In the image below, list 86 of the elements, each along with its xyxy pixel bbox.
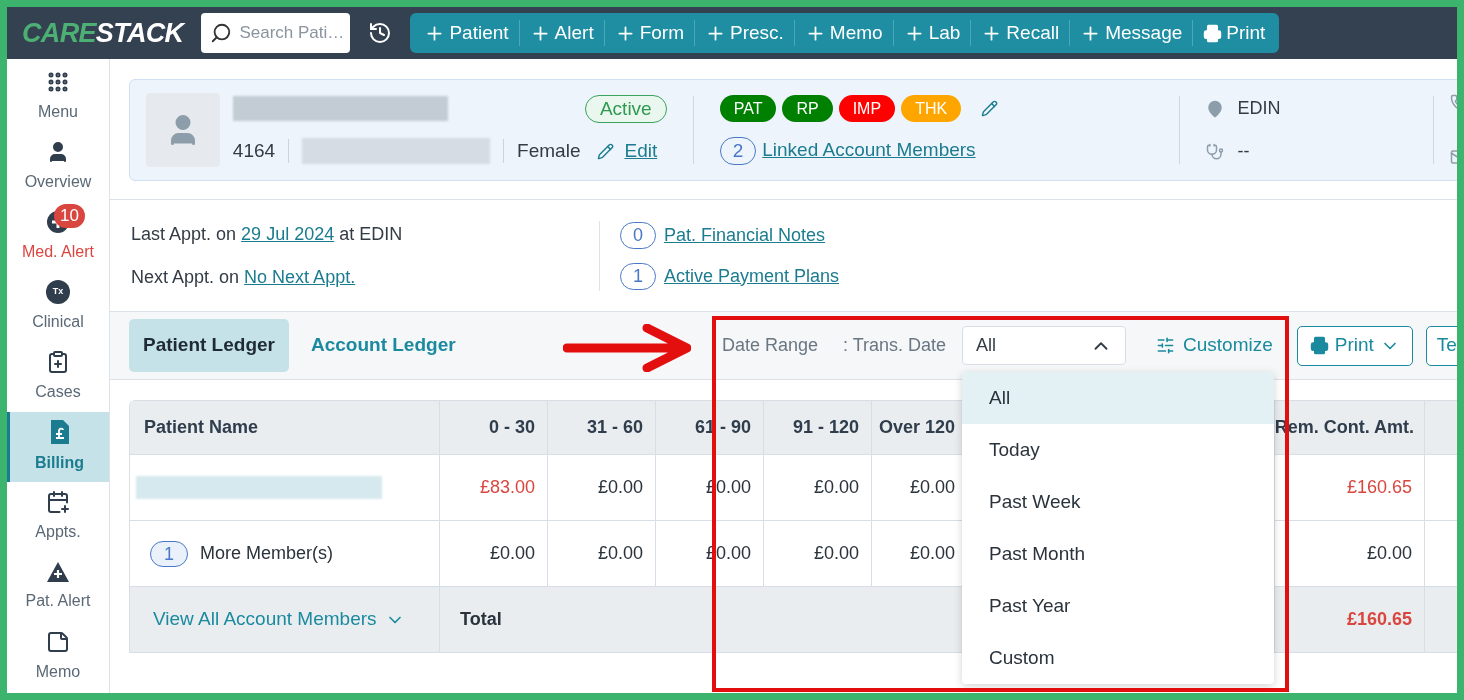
add-button[interactable]: Memo bbox=[794, 13, 893, 53]
sidebar-item[interactable]: Menu bbox=[7, 62, 109, 132]
total-label: Total bbox=[460, 608, 502, 631]
sidebar-item[interactable]: Pat. Alert bbox=[7, 552, 109, 622]
members-text: More Member(s) bbox=[200, 542, 334, 565]
search-icon bbox=[210, 22, 233, 44]
stethoscope-icon bbox=[1205, 142, 1224, 161]
note-icon bbox=[46, 630, 70, 654]
next-appointment-link[interactable]: No Next Appt. bbox=[244, 266, 356, 287]
column-header: 61 - 90 bbox=[656, 401, 764, 455]
notes-link[interactable]: Pat. Financial Notes bbox=[664, 221, 826, 249]
ledger-tab[interactable]: Account Ledger bbox=[297, 319, 470, 372]
tag: PAT bbox=[719, 95, 777, 123]
sidebar-item[interactable]: Appts. bbox=[7, 482, 109, 552]
printer-icon bbox=[1309, 336, 1329, 355]
notes-link[interactable]: Active Payment Plans bbox=[664, 262, 840, 290]
tx-icon: Tx bbox=[46, 280, 70, 304]
sidebar-item[interactable]: Overview bbox=[7, 132, 109, 202]
date-range-label: Date Range bbox=[722, 334, 820, 357]
table-cell: £0.00 bbox=[548, 455, 656, 521]
tag: THK bbox=[901, 95, 962, 123]
tag: IMP bbox=[838, 95, 896, 123]
column-header: 0 - 30 bbox=[440, 401, 548, 455]
date-range-select[interactable]: All bbox=[962, 326, 1126, 365]
location-text: EDIN bbox=[1237, 97, 1281, 120]
total-cell: £160.65 bbox=[1275, 587, 1425, 653]
status-badge: Active bbox=[584, 94, 667, 123]
sidebar-label: Appts. bbox=[35, 522, 81, 542]
sliders-icon bbox=[1156, 336, 1175, 355]
sidebar-label: Menu bbox=[38, 102, 78, 122]
add-button[interactable]: Message bbox=[1070, 13, 1193, 53]
toolbar-button[interactable]: Te bbox=[1425, 325, 1457, 366]
pound-document-icon bbox=[48, 419, 71, 445]
column-header: 91 - 120 bbox=[764, 401, 872, 455]
dropdown-option[interactable]: Custom bbox=[962, 632, 1274, 684]
triangle-plus-icon bbox=[46, 561, 70, 583]
add-button[interactable]: Lab bbox=[893, 13, 971, 53]
sidebar-label: Memo bbox=[35, 662, 81, 682]
printer-icon bbox=[1203, 23, 1223, 43]
table-cell: £160.65 bbox=[1275, 455, 1425, 521]
customize-button[interactable]: Customize bbox=[1156, 331, 1273, 360]
linked-members-link[interactable]: Linked Account Members bbox=[762, 136, 976, 165]
print-button[interactable]: Print bbox=[1296, 325, 1413, 366]
add-button[interactable]: Alert bbox=[519, 13, 604, 53]
date-link[interactable]: 29 Jul 2024 bbox=[241, 223, 335, 244]
dropdown-option[interactable]: All bbox=[962, 372, 1274, 424]
sidebar-label: Overview bbox=[24, 172, 92, 192]
provider-text: -- bbox=[1237, 140, 1250, 163]
sidebar-label: Clinical bbox=[32, 312, 84, 332]
last-appointment-text: Last Appt. on 29 Jul 2024 at EDIN bbox=[131, 222, 404, 246]
gender-text: Female bbox=[517, 138, 581, 163]
sidebar-item[interactable]: Memo bbox=[7, 622, 109, 692]
clipboard-icon bbox=[46, 350, 70, 374]
next-appointment-text: Next Appt. on No Next Appt. bbox=[131, 265, 357, 289]
location-pin-icon bbox=[1205, 99, 1224, 118]
table-cell: £83.00 bbox=[440, 455, 548, 521]
print-button[interactable]: Print bbox=[1193, 13, 1276, 53]
sidebar-item[interactable]: Tx Clinical bbox=[7, 272, 109, 342]
logo: CARESTACK bbox=[22, 16, 184, 50]
add-button[interactable]: Recall bbox=[971, 13, 1070, 53]
tag: RP bbox=[782, 95, 833, 123]
add-button[interactable]: Form bbox=[604, 13, 694, 53]
trans-date-label: : Trans. Date bbox=[843, 334, 948, 357]
sidebar-label: Cases bbox=[35, 382, 81, 402]
edit-link[interactable]: Edit bbox=[624, 136, 658, 166]
sidebar-label: Pat. Alert bbox=[25, 591, 91, 611]
search-field[interactable]: Search Pati… bbox=[201, 13, 351, 53]
sidebar-label: Billing bbox=[35, 453, 84, 473]
ledger-tab[interactable]: Patient Ledger bbox=[129, 319, 289, 372]
sidebar-label: Med. Alert bbox=[22, 242, 94, 262]
table-cell: £0.00 bbox=[764, 455, 872, 521]
count-badge: 1 bbox=[150, 540, 188, 567]
column-header: 31 - 60 bbox=[548, 401, 656, 455]
sidebar-item[interactable]: 10 Med. Alert bbox=[7, 202, 109, 272]
add-button[interactable]: Presc. bbox=[695, 13, 794, 53]
add-button[interactable]: Patient bbox=[414, 13, 519, 53]
sidebar-item[interactable]: Cases bbox=[7, 342, 109, 412]
grid-icon bbox=[46, 70, 70, 94]
sidebar-item[interactable]: Billing bbox=[7, 412, 109, 482]
edit-icon bbox=[597, 142, 615, 160]
edit-icon[interactable] bbox=[981, 100, 999, 118]
history-icon[interactable] bbox=[368, 21, 393, 45]
calendar-icon bbox=[46, 490, 70, 514]
patient-id: 4164 bbox=[232, 138, 276, 163]
count-badge: 10 bbox=[54, 204, 85, 228]
column-header: Patient Name bbox=[130, 401, 440, 455]
